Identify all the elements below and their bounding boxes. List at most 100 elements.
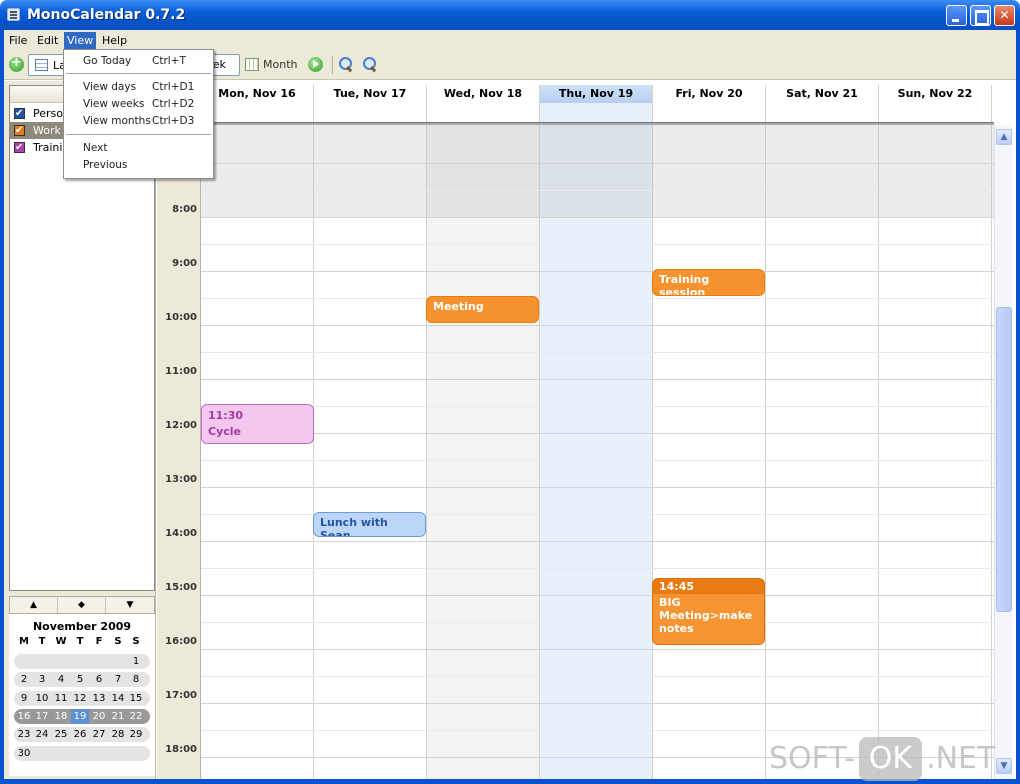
mini-calendar-day[interactable]: 9 <box>15 691 33 706</box>
mini-calendar-day[interactable]: 10 <box>33 691 51 706</box>
menu-item-previous[interactable]: Previous <box>64 157 213 174</box>
event-training-session[interactable]: Training session <box>652 269 765 296</box>
mini-calendar-week: 9 10 11 12 13 14 15 <box>14 690 150 706</box>
mini-calendar-day[interactable]: 21 <box>109 709 127 724</box>
day-header[interactable]: Wed, Nov 18 <box>427 85 540 103</box>
category-checkbox[interactable] <box>14 139 25 156</box>
mini-calendar-day[interactable]: 6 <box>90 672 108 687</box>
mini-calendar-day[interactable]: 14 <box>109 691 127 706</box>
all-day-cell[interactable] <box>201 103 314 123</box>
go-icon[interactable] <box>308 57 323 72</box>
all-day-cell[interactable] <box>766 103 879 123</box>
event-title: Lunch with Sean <box>320 516 388 537</box>
day-header[interactable]: Tue, Nov 17 <box>314 85 427 103</box>
menu-view[interactable]: View <box>64 32 97 49</box>
day-column[interactable] <box>653 125 766 779</box>
zoom-out-icon[interactable] <box>362 56 378 72</box>
header-divider[interactable] <box>201 122 994 125</box>
hour-line <box>201 217 994 218</box>
all-day-cell[interactable] <box>540 103 653 123</box>
all-day-cell[interactable] <box>879 103 992 123</box>
maximize-button[interactable] <box>970 5 991 26</box>
half-hour-line <box>201 190 994 191</box>
menu-item-next[interactable]: Next <box>64 140 213 157</box>
mini-calendar-day[interactable]: 13 <box>90 691 108 706</box>
day-header[interactable]: Fri, Nov 20 <box>653 85 766 103</box>
mini-calendar-day[interactable]: 20 <box>90 709 108 724</box>
calendar-icon <box>35 59 48 71</box>
add-icon[interactable] <box>9 55 24 72</box>
menu-file[interactable]: File <box>6 32 30 49</box>
weekday-label: S <box>132 636 140 647</box>
mini-calendar-title: November 2009 <box>32 620 132 633</box>
category-checkbox[interactable] <box>14 105 25 122</box>
menu-item-view-weeks[interactable]: View weeks Ctrl+D2 <box>64 96 213 113</box>
scroll-down-button[interactable]: ▼ <box>996 758 1012 774</box>
event-title: Training session <box>659 273 710 296</box>
mini-calendar-day[interactable]: 29 <box>127 727 145 742</box>
mini-calendar-day[interactable]: 11 <box>52 691 70 706</box>
close-button[interactable] <box>994 5 1015 26</box>
mini-calendar-week: 1 <box>14 654 150 669</box>
all-day-cell[interactable] <box>653 103 766 123</box>
mini-calendar-week: 2345678 <box>14 672 150 688</box>
current-month-button[interactable]: ◆ <box>58 597 106 613</box>
day-header[interactable]: Sat, Nov 21 <box>766 85 879 103</box>
all-day-cell[interactable] <box>314 103 427 123</box>
day-header[interactable]: Sun, Nov 22 <box>879 85 992 103</box>
title-bar: MonoCalendar 0.7.2 <box>0 0 1020 30</box>
mini-calendar-day[interactable]: 26 <box>71 727 89 742</box>
mini-calendar-day[interactable]: 23 <box>15 727 33 742</box>
day-header[interactable]: Thu, Nov 19 <box>540 85 653 103</box>
day-column[interactable] <box>879 125 992 779</box>
category-checkbox[interactable] <box>14 122 25 139</box>
menu-item-view-days[interactable]: View days Ctrl+D1 <box>64 79 213 96</box>
scroll-up-button[interactable]: ▲ <box>996 129 1012 145</box>
menu-item-view-months[interactable]: View months Ctrl+D3 <box>64 113 213 130</box>
day-column[interactable] <box>201 125 314 779</box>
event-lunch-with-sean[interactable]: Lunch with Sean <box>313 512 426 537</box>
mini-calendar-day[interactable]: 12 <box>71 691 89 706</box>
hour-label: 8:00 <box>172 204 197 215</box>
mini-calendar-day[interactable]: 22 <box>127 709 145 724</box>
mini-calendar-day[interactable]: 19 <box>71 708 89 724</box>
mini-calendar-day[interactable]: 1 <box>127 654 145 669</box>
vertical-scrollbar[interactable]: ▲ ▼ <box>994 125 1012 779</box>
mini-calendar-day[interactable]: 2 <box>15 672 33 687</box>
mini-calendar-day[interactable]: 25 <box>52 727 70 742</box>
day-column[interactable] <box>540 125 653 779</box>
mini-calendar-day[interactable]: 8 <box>127 672 145 687</box>
month-view-button[interactable]: Month <box>263 58 297 71</box>
mini-calendar-day[interactable]: 17 <box>33 709 51 724</box>
half-hour-line <box>201 244 994 245</box>
all-day-cell[interactable] <box>427 103 540 123</box>
mini-calendar-day[interactable]: 18 <box>52 709 70 724</box>
mini-calendar-day[interactable]: 3 <box>33 672 51 687</box>
mini-calendar-day[interactable]: 4 <box>52 672 70 687</box>
menu-item-go-today[interactable]: Go Today Ctrl+T <box>64 53 213 70</box>
mini-calendar-day[interactable]: 5 <box>71 672 89 687</box>
day-column[interactable] <box>314 125 427 779</box>
mini-calendar-day[interactable]: 28 <box>109 727 127 742</box>
event-big-meeting[interactable]: 14:45 BIG Meeting>make notes <box>652 578 765 645</box>
mini-calendar-day[interactable]: 16 <box>15 709 33 724</box>
event-title-line: BIG <box>659 596 681 609</box>
mini-calendar-day[interactable]: 24 <box>33 727 51 742</box>
scroll-thumb[interactable] <box>996 307 1012 612</box>
zoom-in-icon[interactable] <box>338 56 354 72</box>
day-column[interactable] <box>427 125 540 779</box>
mini-calendar-day[interactable]: 7 <box>109 672 127 687</box>
next-month-button[interactable]: ▼ <box>106 597 154 613</box>
menu-help[interactable]: Help <box>99 32 130 49</box>
mini-calendar-day[interactable]: 30 <box>15 746 33 761</box>
day-header[interactable]: Mon, Nov 16 <box>201 85 314 103</box>
event-meeting[interactable]: Meeting <box>426 296 539 323</box>
mini-calendar-day[interactable]: 15 <box>127 691 145 706</box>
category-label: Work <box>33 124 61 137</box>
prev-month-button[interactable]: ▲ <box>10 597 58 613</box>
minimize-button[interactable] <box>946 5 967 26</box>
menu-edit[interactable]: Edit <box>34 32 61 49</box>
mini-calendar-day[interactable]: 27 <box>90 727 108 742</box>
event-cycle[interactable]: 11:30 Cycle <box>201 404 314 444</box>
day-column[interactable] <box>766 125 879 779</box>
